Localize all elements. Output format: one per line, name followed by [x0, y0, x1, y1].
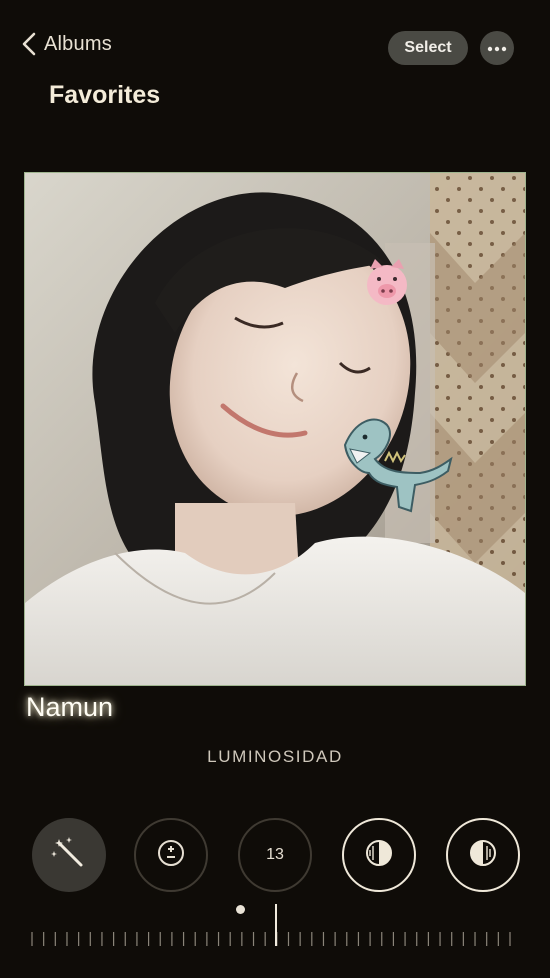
photo[interactable] — [24, 172, 526, 686]
brilliance-value: 13 — [266, 846, 284, 863]
exposure-button[interactable] — [134, 818, 208, 892]
adjustment-label: LUMINOSIDAD — [207, 747, 343, 766]
chevron-left-icon — [22, 32, 36, 56]
photo-caption: Namun — [26, 692, 114, 722]
adjustment-slider[interactable] — [30, 902, 520, 950]
shadows-button[interactable] — [446, 818, 520, 892]
half-circle-icon — [468, 838, 498, 873]
brilliance-button[interactable]: 13 — [238, 818, 312, 892]
auto-enhance-button[interactable] — [32, 818, 106, 892]
highlights-button[interactable] — [342, 818, 416, 892]
plus-minus-icon — [155, 837, 187, 874]
half-circle-icon — [364, 838, 394, 873]
back-label: Albums — [44, 32, 112, 55]
more-options-button[interactable] — [480, 31, 514, 65]
select-button[interactable]: Select — [388, 31, 468, 65]
album-title: Favorites — [49, 81, 161, 109]
ellipsis-icon — [487, 39, 507, 57]
top-bar: Albums Select — [0, 0, 550, 70]
magic-wand-icon — [49, 833, 89, 878]
back-button[interactable]: Albums — [22, 32, 112, 56]
